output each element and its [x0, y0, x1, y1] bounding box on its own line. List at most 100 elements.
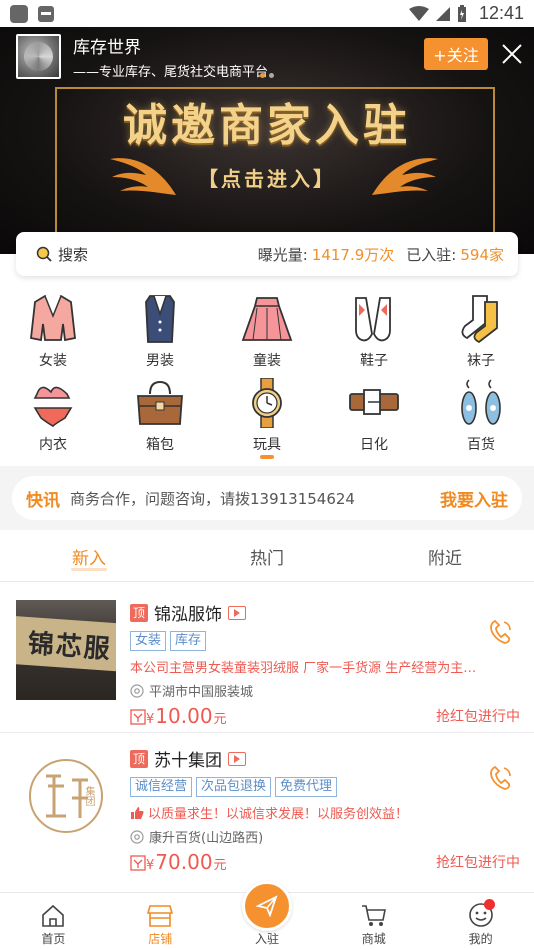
category-label: 百货	[467, 437, 495, 453]
tab-hot[interactable]: 热门	[178, 532, 356, 581]
category-item-womens[interactable]: 女装	[13, 294, 93, 370]
exposure-label: 曝光量:	[257, 245, 308, 264]
banner-title: 诚邀商家入驻	[123, 100, 411, 151]
video-icon	[228, 605, 246, 620]
store-name: 库存世界	[73, 38, 141, 58]
message-notification-icon	[38, 5, 54, 22]
app-notification-icon	[10, 4, 28, 23]
banner-subtitle: 【点击进入】	[198, 167, 336, 191]
nav-profile[interactable]: 我的	[427, 893, 534, 950]
category-label: 童装	[253, 353, 281, 369]
bag-icon	[137, 380, 183, 425]
list-divider	[0, 732, 534, 733]
top-badge: 顶	[130, 603, 148, 622]
location-icon	[130, 683, 144, 698]
join-fab-button[interactable]	[242, 881, 292, 931]
banner-pager-dots	[260, 73, 274, 78]
follow-button[interactable]: +关注	[424, 38, 488, 70]
category-label: 日化	[360, 437, 388, 453]
home-icon	[42, 904, 65, 927]
red-packet-status[interactable]: 抢红包进行中	[436, 706, 520, 726]
shop-price: ¥70.00 元	[146, 850, 227, 874]
category-item-general-goods[interactable]: 百货	[441, 378, 521, 454]
category-item-underwear[interactable]: 内衣	[13, 378, 93, 454]
store-logo	[16, 34, 61, 79]
shop-tag: 诚信经营	[130, 777, 193, 797]
news-bar[interactable]: 快讯 商务合作，问题咨询，请拨13913154624 我要入驻	[12, 476, 522, 520]
shop-location: 平湖市中国服装城	[149, 685, 254, 700]
shop-tag: 库存	[170, 631, 207, 651]
phone-icon[interactable]	[486, 618, 514, 646]
send-icon	[256, 895, 278, 917]
shop-location: 康升百货(山边路西)	[149, 831, 264, 846]
shop-thumbnail: 集团	[16, 746, 116, 846]
shop-tag: 女装	[130, 631, 167, 651]
category-item-mens[interactable]: 男装	[120, 294, 200, 370]
category-item-shoes[interactable]: 鞋子	[334, 294, 414, 370]
nav-home[interactable]: 首页	[0, 893, 107, 950]
cart-icon	[361, 905, 386, 926]
thumbnail-text: 集团	[83, 786, 94, 806]
price-tag-icon	[130, 709, 146, 725]
tab-nearby[interactable]: 附近	[356, 532, 534, 581]
store-header: 库存世界 ——专业库存、尾货社交电商平台	[16, 33, 268, 80]
category-item-toys[interactable]: 玩具	[227, 377, 307, 454]
location-icon	[130, 829, 144, 844]
shop-thumbnail: 锦芯服	[16, 600, 116, 700]
listing-tabs: 新入 热门 附近	[0, 532, 534, 582]
tab-new[interactable]: 新入	[0, 532, 178, 581]
category-item-bags[interactable]: 箱包	[120, 378, 200, 454]
price-tag-icon	[130, 855, 146, 871]
kids-clothing-icon	[241, 297, 293, 341]
shop-name: 苏十集团	[154, 751, 222, 771]
nav-store[interactable]: 店铺	[107, 893, 214, 950]
clock: 12:41	[478, 3, 524, 23]
search-stats-card: 搜索 曝光量: 1417.9万次 已入驻: 594家	[16, 232, 518, 276]
category-item-kids[interactable]: 童装	[227, 294, 307, 370]
category-label: 男装	[146, 353, 174, 369]
join-button[interactable]: 我要入驻	[440, 486, 508, 511]
socks-icon	[461, 295, 498, 344]
shop-logo	[29, 759, 103, 833]
news-message: 商务合作，问题咨询，请拨13913154624	[70, 489, 355, 508]
joined-label: 已入驻:	[406, 245, 457, 264]
store-slogan: ——专业库存、尾货社交电商平台	[73, 65, 269, 80]
search-label: 搜索	[58, 245, 89, 264]
close-icon[interactable]	[500, 42, 524, 66]
top-badge: 顶	[130, 749, 148, 768]
category-label: 袜子	[467, 353, 495, 369]
category-item-daily-chemicals[interactable]: 日化	[334, 378, 414, 454]
signal-icon	[435, 6, 450, 21]
category-pager-indicator	[260, 455, 274, 459]
category-item-socks[interactable]: 袜子	[441, 294, 521, 370]
search-icon	[36, 246, 52, 262]
thumbs-up-icon	[131, 806, 144, 819]
status-bar: 12:41	[0, 0, 534, 27]
exposure-value: 1417.9万次	[311, 245, 395, 264]
wifi-icon	[408, 5, 429, 21]
shop-tag: 次品包退换	[196, 777, 272, 797]
video-icon	[228, 751, 246, 766]
category-label: 鞋子	[360, 353, 388, 369]
earrings-icon	[461, 379, 501, 425]
belt-icon	[349, 389, 399, 415]
category-label: 玩具	[253, 437, 281, 453]
red-packet-status[interactable]: 抢红包进行中	[436, 852, 520, 872]
womens-clothing-icon	[30, 294, 76, 342]
shop-tag: 免费代理	[275, 777, 338, 797]
category-label: 内衣	[39, 437, 67, 453]
nav-mall[interactable]: 商城	[320, 893, 427, 950]
toy-icon	[252, 377, 282, 429]
phone-icon[interactable]	[486, 764, 514, 792]
category-label: 女装	[39, 353, 67, 369]
shop-price: ¥10.00 元	[146, 704, 227, 728]
mens-clothing-icon	[145, 295, 175, 343]
category-label: 箱包	[146, 437, 174, 453]
battery-icon	[457, 4, 466, 22]
thumbnail-signboard: 锦芯服	[26, 628, 113, 665]
shop-name: 锦泓服饰	[154, 605, 222, 625]
joined-value: 594家	[460, 245, 504, 264]
underwear-icon	[33, 386, 73, 427]
search-button[interactable]: 搜索	[36, 244, 88, 265]
shop-description: 以质量求生！以诚信求发展！以服务创效益！	[148, 807, 409, 822]
